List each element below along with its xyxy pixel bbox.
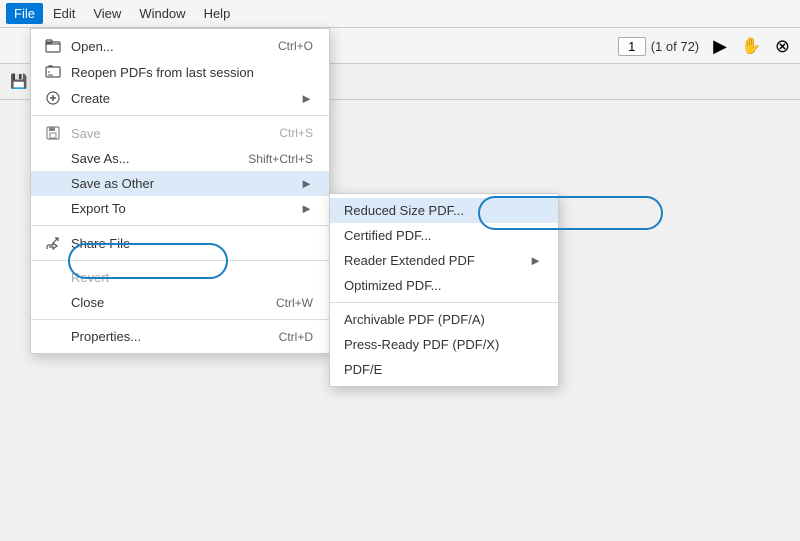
submenu-item-optimized-pdf[interactable]: Optimized PDF...: [330, 273, 558, 298]
menu-item-save-as-label: Save As...: [71, 151, 130, 166]
submenu-item-reader-extended-pdf[interactable]: Reader Extended PDF ►: [330, 248, 558, 273]
file-dropdown-menu: Open... Ctrl+O Reopen PDFs from last ses…: [30, 28, 330, 354]
cursor-tool-icon[interactable]: ▶: [713, 36, 727, 57]
menu-item-properties[interactable]: Properties... Ctrl+D: [31, 324, 329, 349]
page-navigation: (1 of 72): [618, 37, 699, 56]
submenu-item-optimized-pdf-label: Optimized PDF...: [344, 278, 442, 293]
submenu-item-reader-extended-pdf-label: Reader Extended PDF: [344, 253, 475, 268]
toolbar2-right: (1 of 72) ▶ ✋ ⊗: [618, 28, 790, 64]
submenu-item-archivable-pdf-label: Archivable PDF (PDF/A): [344, 312, 485, 327]
save-icon: [41, 125, 65, 141]
export-to-arrow-icon: ►: [300, 201, 313, 216]
menu-item-reopen-label: Reopen PDFs from last session: [71, 65, 254, 80]
menu-item-export-to-label: Export To: [71, 201, 126, 216]
menu-item-close-shortcut: Ctrl+W: [276, 296, 313, 310]
reader-extended-arrow-icon: ►: [529, 253, 542, 268]
menu-item-open[interactable]: Open... Ctrl+O: [31, 33, 329, 59]
create-icon: [41, 90, 65, 106]
menu-item-properties-shortcut: Ctrl+D: [279, 330, 313, 344]
menu-item-open-label: Open...: [71, 39, 114, 54]
submenu-item-press-ready-pdf-label: Press-Ready PDF (PDF/X): [344, 337, 499, 352]
menu-item-revert: Revert: [31, 265, 329, 290]
menu-item-create[interactable]: Create ►: [31, 85, 329, 111]
page-number-input[interactable]: [618, 37, 646, 56]
menu-file[interactable]: File: [6, 3, 43, 24]
submenu-separator-1: [330, 302, 558, 303]
create-arrow-icon: ►: [300, 91, 313, 106]
zoom-out-icon[interactable]: ⊗: [775, 36, 790, 57]
submenu-item-press-ready-pdf[interactable]: Press-Ready PDF (PDF/X): [330, 332, 558, 357]
submenu-item-reduced-size-pdf[interactable]: Reduced Size PDF...: [330, 198, 558, 223]
reduce-file-size-icon: 💾: [10, 73, 27, 90]
menu-item-save[interactable]: Save Ctrl+S: [31, 120, 329, 146]
menu-help[interactable]: Help: [196, 3, 239, 24]
menu-item-properties-label: Properties...: [71, 329, 141, 344]
menu-item-close[interactable]: Close Ctrl+W: [31, 290, 329, 315]
menu-item-share-file[interactable]: Share File: [31, 230, 329, 256]
menu-item-close-label: Close: [71, 295, 104, 310]
menu-window[interactable]: Window: [131, 3, 193, 24]
page-total: (1 of 72): [651, 39, 699, 54]
menu-edit[interactable]: Edit: [45, 3, 83, 24]
submenu-item-pdfe-label: PDF/E: [344, 362, 382, 377]
menu-item-save-label: Save: [71, 126, 101, 141]
menu-item-save-as[interactable]: Save As... Shift+Ctrl+S: [31, 146, 329, 171]
menu-item-save-as-shortcut: Shift+Ctrl+S: [248, 152, 313, 166]
save-other-submenu: Reduced Size PDF... Certified PDF... Rea…: [329, 193, 559, 387]
separator-1: [31, 115, 329, 116]
menu-view[interactable]: View: [85, 3, 129, 24]
reopen-icon: [41, 64, 65, 80]
menubar: File Edit View Window Help: [0, 0, 800, 28]
save-as-other-arrow-icon: ►: [300, 176, 313, 191]
separator-2: [31, 225, 329, 226]
submenu-item-pdfe[interactable]: PDF/E: [330, 357, 558, 382]
separator-4: [31, 319, 329, 320]
open-folder-icon: [41, 38, 65, 54]
hand-tool-icon[interactable]: ✋: [741, 36, 761, 56]
share-file-icon: [41, 235, 65, 251]
menu-item-create-label: Create: [71, 91, 110, 106]
submenu-item-archivable-pdf[interactable]: Archivable PDF (PDF/A): [330, 307, 558, 332]
menu-item-reopen[interactable]: Reopen PDFs from last session: [31, 59, 329, 85]
menu-item-save-shortcut: Ctrl+S: [279, 126, 313, 140]
submenu-item-certified-pdf-label: Certified PDF...: [344, 228, 431, 243]
menu-item-save-as-other-label: Save as Other: [71, 176, 154, 191]
menu-item-save-as-other[interactable]: Save as Other ►: [31, 171, 329, 196]
menu-item-open-shortcut: Ctrl+O: [278, 39, 313, 53]
menu-item-export-to[interactable]: Export To ►: [31, 196, 329, 221]
menu-item-share-file-label: Share File: [71, 236, 130, 251]
submenu-item-certified-pdf[interactable]: Certified PDF...: [330, 223, 558, 248]
menu-item-revert-label: Revert: [71, 270, 109, 285]
submenu-item-reduced-size-pdf-label: Reduced Size PDF...: [344, 203, 464, 218]
separator-3: [31, 260, 329, 261]
